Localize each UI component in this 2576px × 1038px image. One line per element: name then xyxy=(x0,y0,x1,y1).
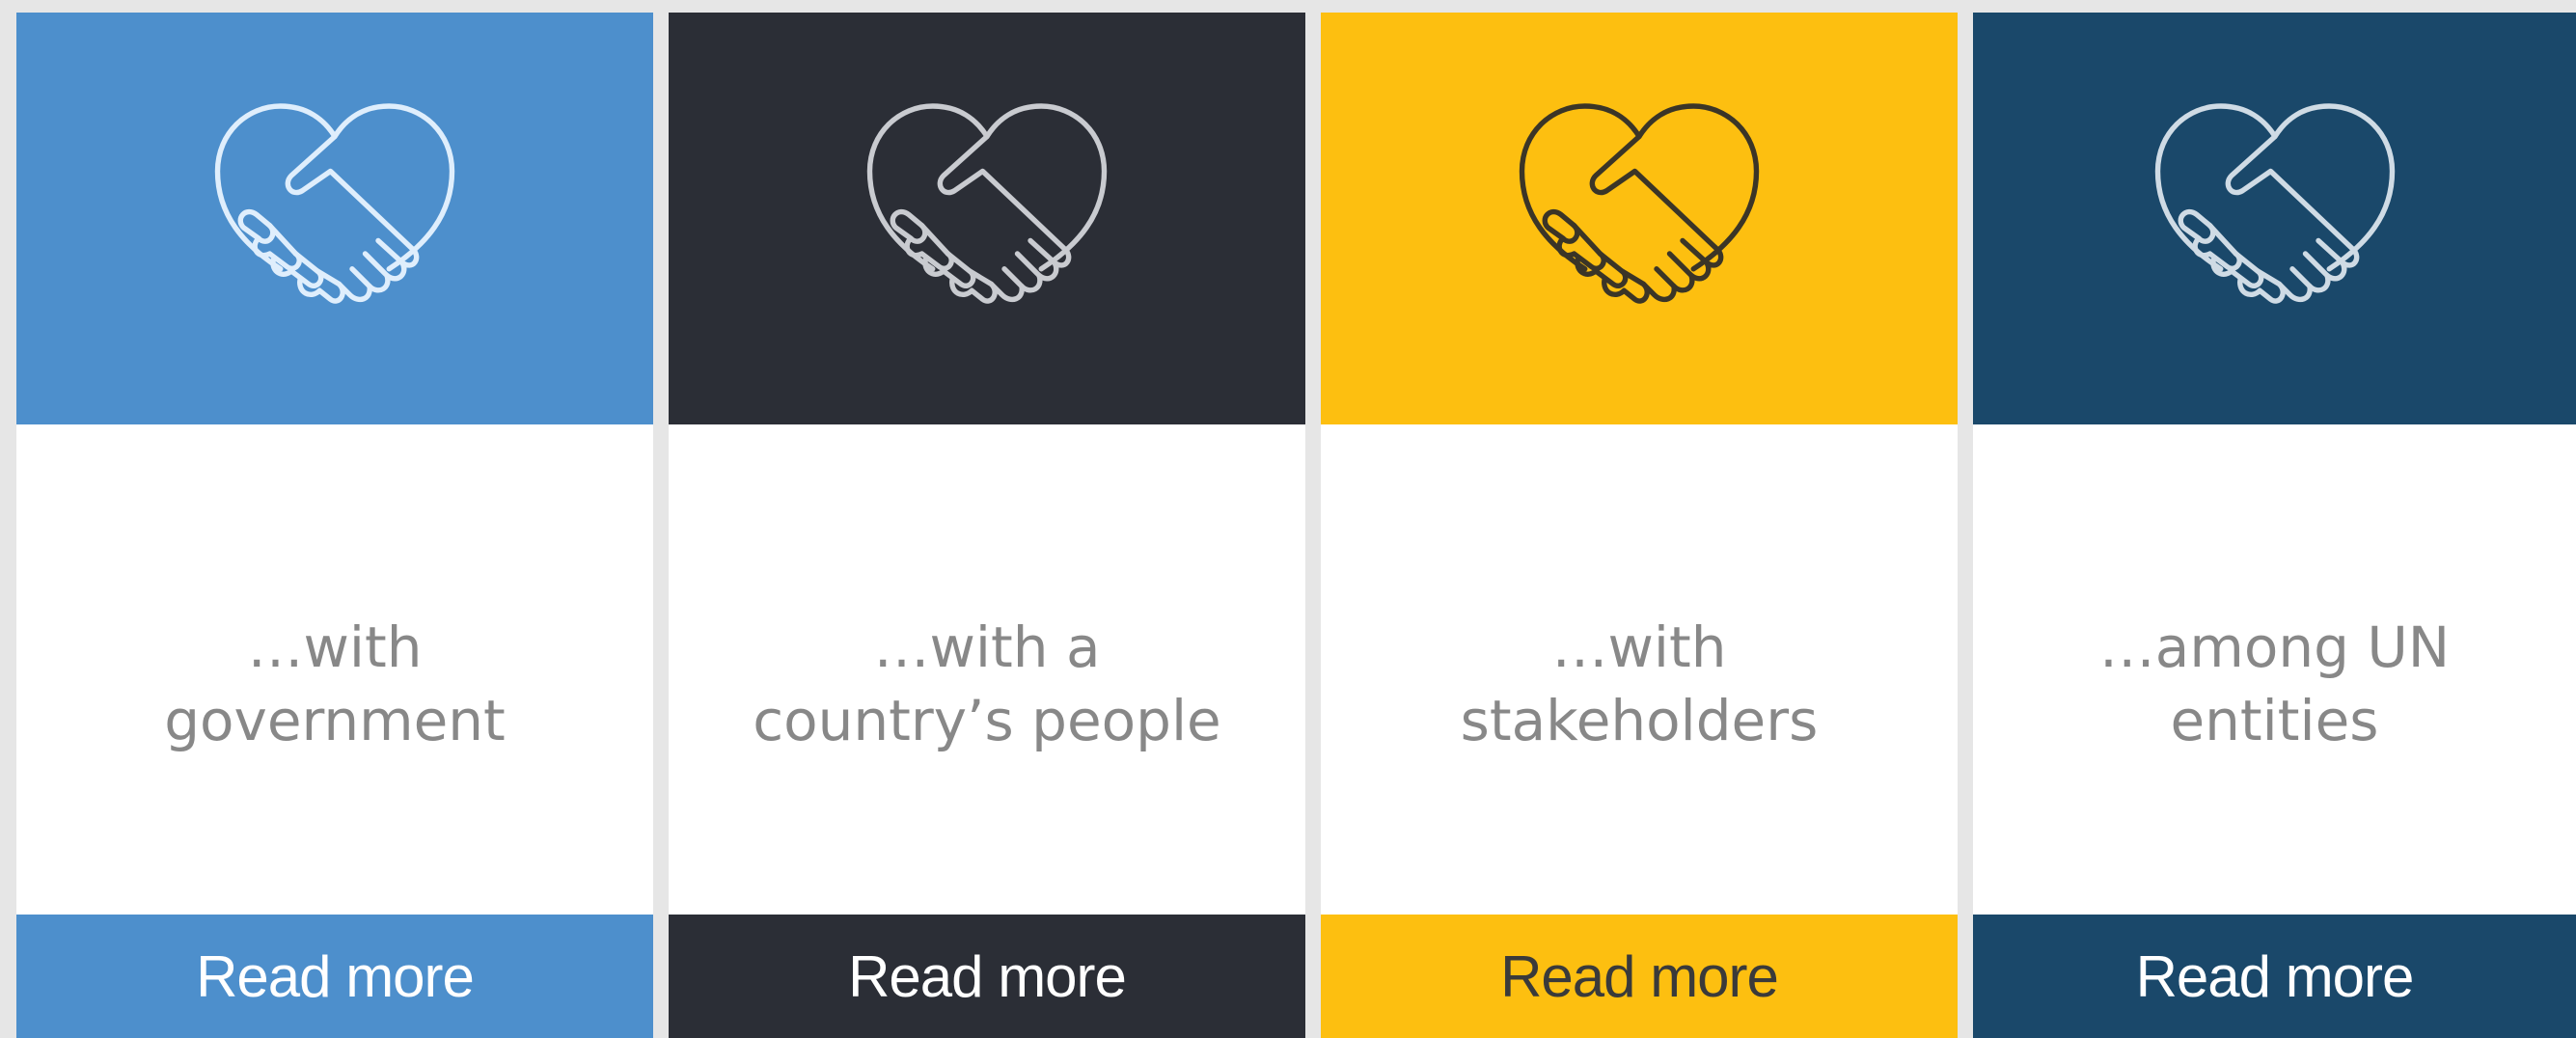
heart-handshake-icon xyxy=(1519,102,1760,304)
card-text-line1: …among UN xyxy=(2098,615,2451,680)
card-body: …among UN entities xyxy=(1973,424,2576,915)
card-text-line2: stakeholders xyxy=(1460,688,1819,753)
card-text: …among UN entities xyxy=(2099,611,2450,757)
card-text-line2: country’s people xyxy=(753,688,1221,753)
heart-handshake-icon xyxy=(214,102,455,304)
card-text-line2: entities xyxy=(2170,688,2379,753)
read-more-button[interactable]: Read more xyxy=(1321,915,1958,1038)
heart-handshake-icon xyxy=(2154,102,2395,304)
card-government: …with government Read more xyxy=(16,13,653,1038)
card-text: …with a country’s people xyxy=(753,611,1221,757)
heart-handshake-icon xyxy=(866,102,1108,304)
card-header xyxy=(1973,13,2576,424)
partnership-cards-grid: …with government Read more …with a count… xyxy=(0,0,2576,1038)
card-un-entities: …among UN entities Read more xyxy=(1973,13,2576,1038)
card-text-line2: government xyxy=(164,688,506,753)
card-header xyxy=(16,13,653,424)
card-stakeholders: …with stakeholders Read more xyxy=(1321,13,1958,1038)
card-country-people: …with a country’s people Read more xyxy=(669,13,1305,1038)
card-body: …with government xyxy=(16,424,653,915)
card-header xyxy=(1321,13,1958,424)
card-body: …with stakeholders xyxy=(1321,424,1958,915)
card-text-line1: …with xyxy=(247,615,423,680)
read-more-button[interactable]: Read more xyxy=(16,915,653,1038)
card-header xyxy=(669,13,1305,424)
read-more-button[interactable]: Read more xyxy=(1973,915,2576,1038)
card-body: …with a country’s people xyxy=(669,424,1305,915)
card-text: …with stakeholders xyxy=(1461,611,1819,757)
card-text: …with government xyxy=(164,611,506,757)
card-text-line1: …with a xyxy=(873,615,1101,680)
read-more-button[interactable]: Read more xyxy=(669,915,1305,1038)
card-text-line1: …with xyxy=(1551,615,1727,680)
